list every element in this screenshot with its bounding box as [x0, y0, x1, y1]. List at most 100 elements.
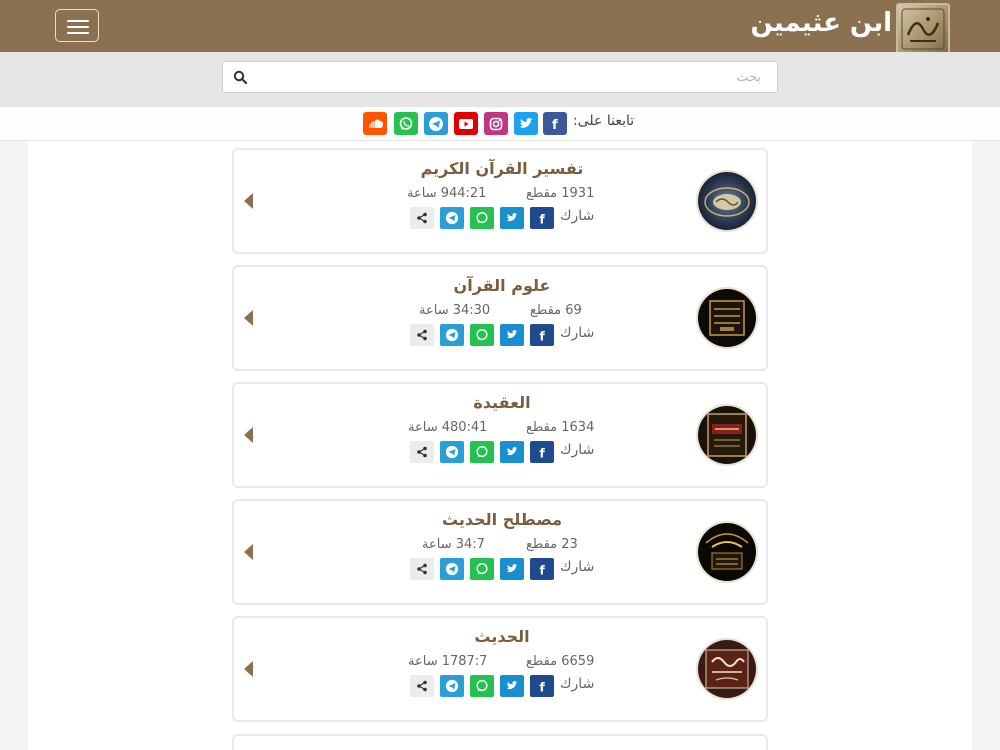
duration-hours: 34:30 ساعة [419, 303, 491, 318]
whatsapp-icon [476, 212, 488, 224]
share-whatsapp-button[interactable] [470, 441, 494, 463]
share-label: شارك [560, 676, 595, 692]
expand-arrow-icon[interactable] [244, 661, 253, 677]
share-icon [417, 563, 427, 575]
share-more-button[interactable] [410, 324, 434, 346]
share-icon [417, 446, 427, 458]
search-icon[interactable] [233, 70, 247, 84]
share-facebook-button[interactable]: f [530, 324, 554, 346]
category-title[interactable]: علوم القرآن [384, 276, 620, 295]
category-thumbnail[interactable] [696, 170, 758, 232]
expand-arrow-icon[interactable] [244, 427, 253, 443]
share-telegram-button[interactable] [440, 207, 464, 229]
category-card-partial[interactable] [232, 734, 768, 750]
facebook-follow-button[interactable]: f [543, 112, 567, 135]
twitter-icon [507, 564, 518, 573]
share-whatsapp-button[interactable] [470, 207, 494, 229]
telegram-follow-button[interactable] [424, 112, 448, 135]
hamburger-menu-button[interactable] [55, 9, 99, 42]
youtube-follow-button[interactable] [454, 112, 478, 135]
facebook-icon: f [540, 680, 546, 693]
clip-count: 69 مقطع [530, 303, 582, 318]
share-facebook-button[interactable]: f [530, 675, 554, 697]
instagram-icon [489, 117, 503, 130]
category-title[interactable]: العقيدة [384, 393, 620, 412]
soundcloud-icon [369, 119, 383, 128]
share-facebook-button[interactable]: f [530, 441, 554, 463]
category-title[interactable]: الحديث [384, 627, 620, 646]
duration-hours: 1787:7 ساعة [408, 654, 488, 669]
category-thumbnail[interactable] [696, 638, 758, 700]
whatsapp-icon [476, 680, 488, 692]
share-more-button[interactable] [410, 207, 434, 229]
telegram-icon [445, 445, 459, 459]
top-navbar: ابن عثيمين [0, 0, 1000, 55]
category-title[interactable]: تفسير القرآن الكريم [384, 159, 620, 178]
share-whatsapp-button[interactable] [470, 675, 494, 697]
site-logo[interactable] [896, 3, 950, 55]
share-more-button[interactable] [410, 441, 434, 463]
menu-line [67, 32, 89, 34]
share-facebook-button[interactable]: f [530, 558, 554, 580]
telegram-icon [445, 328, 459, 342]
share-twitter-button[interactable] [500, 207, 524, 229]
expand-arrow-icon[interactable] [244, 544, 253, 560]
share-icon [417, 212, 427, 224]
follow-us-bar: تابعنا على: f [0, 106, 1000, 141]
twitter-icon [520, 117, 533, 128]
whatsapp-icon [476, 446, 488, 458]
twitter-icon [507, 681, 518, 690]
whatsapp-icon [476, 563, 488, 575]
facebook-icon: f [540, 446, 546, 459]
share-telegram-button[interactable] [440, 675, 464, 697]
facebook-icon: f [540, 563, 546, 576]
follow-us-label: تابعنا على: [573, 113, 635, 129]
facebook-icon: f [540, 212, 546, 225]
clip-count: 1931 مقطع [526, 186, 595, 201]
youtube-icon [459, 118, 473, 129]
site-title[interactable]: ابن عثيمين [750, 8, 892, 38]
share-whatsapp-button[interactable] [470, 558, 494, 580]
svg-text:f: f [540, 680, 546, 693]
category-card: مصطلح الحديث 23 مقطع 34:7 ساعة شارك f [232, 499, 768, 605]
search-box [222, 61, 778, 93]
clip-count: 1634 مقطع [526, 420, 595, 435]
twitter-icon [507, 447, 518, 456]
search-input[interactable] [253, 62, 765, 92]
telegram-icon [445, 211, 459, 225]
category-thumbnail[interactable] [696, 521, 758, 583]
svg-text:f: f [540, 563, 546, 576]
share-telegram-button[interactable] [440, 558, 464, 580]
expand-arrow-icon[interactable] [244, 193, 253, 209]
category-title[interactable]: مصطلح الحديث [384, 510, 620, 529]
share-more-button[interactable] [410, 558, 434, 580]
share-facebook-button[interactable]: f [530, 207, 554, 229]
share-twitter-button[interactable] [500, 558, 524, 580]
svg-text:f: f [552, 118, 558, 131]
share-twitter-button[interactable] [500, 324, 524, 346]
twitter-icon [507, 213, 518, 222]
telegram-icon [445, 562, 459, 576]
category-card: الحديث 6659 مقطع 1787:7 ساعة شارك f [232, 616, 768, 722]
whatsapp-follow-button[interactable] [394, 112, 418, 135]
telegram-icon [445, 679, 459, 693]
instagram-follow-button[interactable] [484, 112, 508, 135]
share-label: شارك [560, 325, 595, 341]
share-twitter-button[interactable] [500, 441, 524, 463]
expand-arrow-icon[interactable] [244, 310, 253, 326]
share-label: شارك [560, 442, 595, 458]
category-card: علوم القرآن 69 مقطع 34:30 ساعة شارك f [232, 265, 768, 371]
category-thumbnail[interactable] [696, 287, 758, 349]
share-telegram-button[interactable] [440, 324, 464, 346]
category-card: تفسير القرآن الكريم 1931 مقطع 944:21 ساع… [232, 148, 768, 254]
menu-line [67, 26, 89, 28]
soundcloud-follow-button[interactable] [363, 112, 387, 135]
share-telegram-button[interactable] [440, 441, 464, 463]
share-more-button[interactable] [410, 675, 434, 697]
duration-hours: 944:21 ساعة [407, 186, 487, 201]
category-thumbnail[interactable] [696, 404, 758, 466]
share-whatsapp-button[interactable] [470, 324, 494, 346]
share-label: شارك [560, 559, 595, 575]
twitter-follow-button[interactable] [514, 112, 538, 135]
share-twitter-button[interactable] [500, 675, 524, 697]
